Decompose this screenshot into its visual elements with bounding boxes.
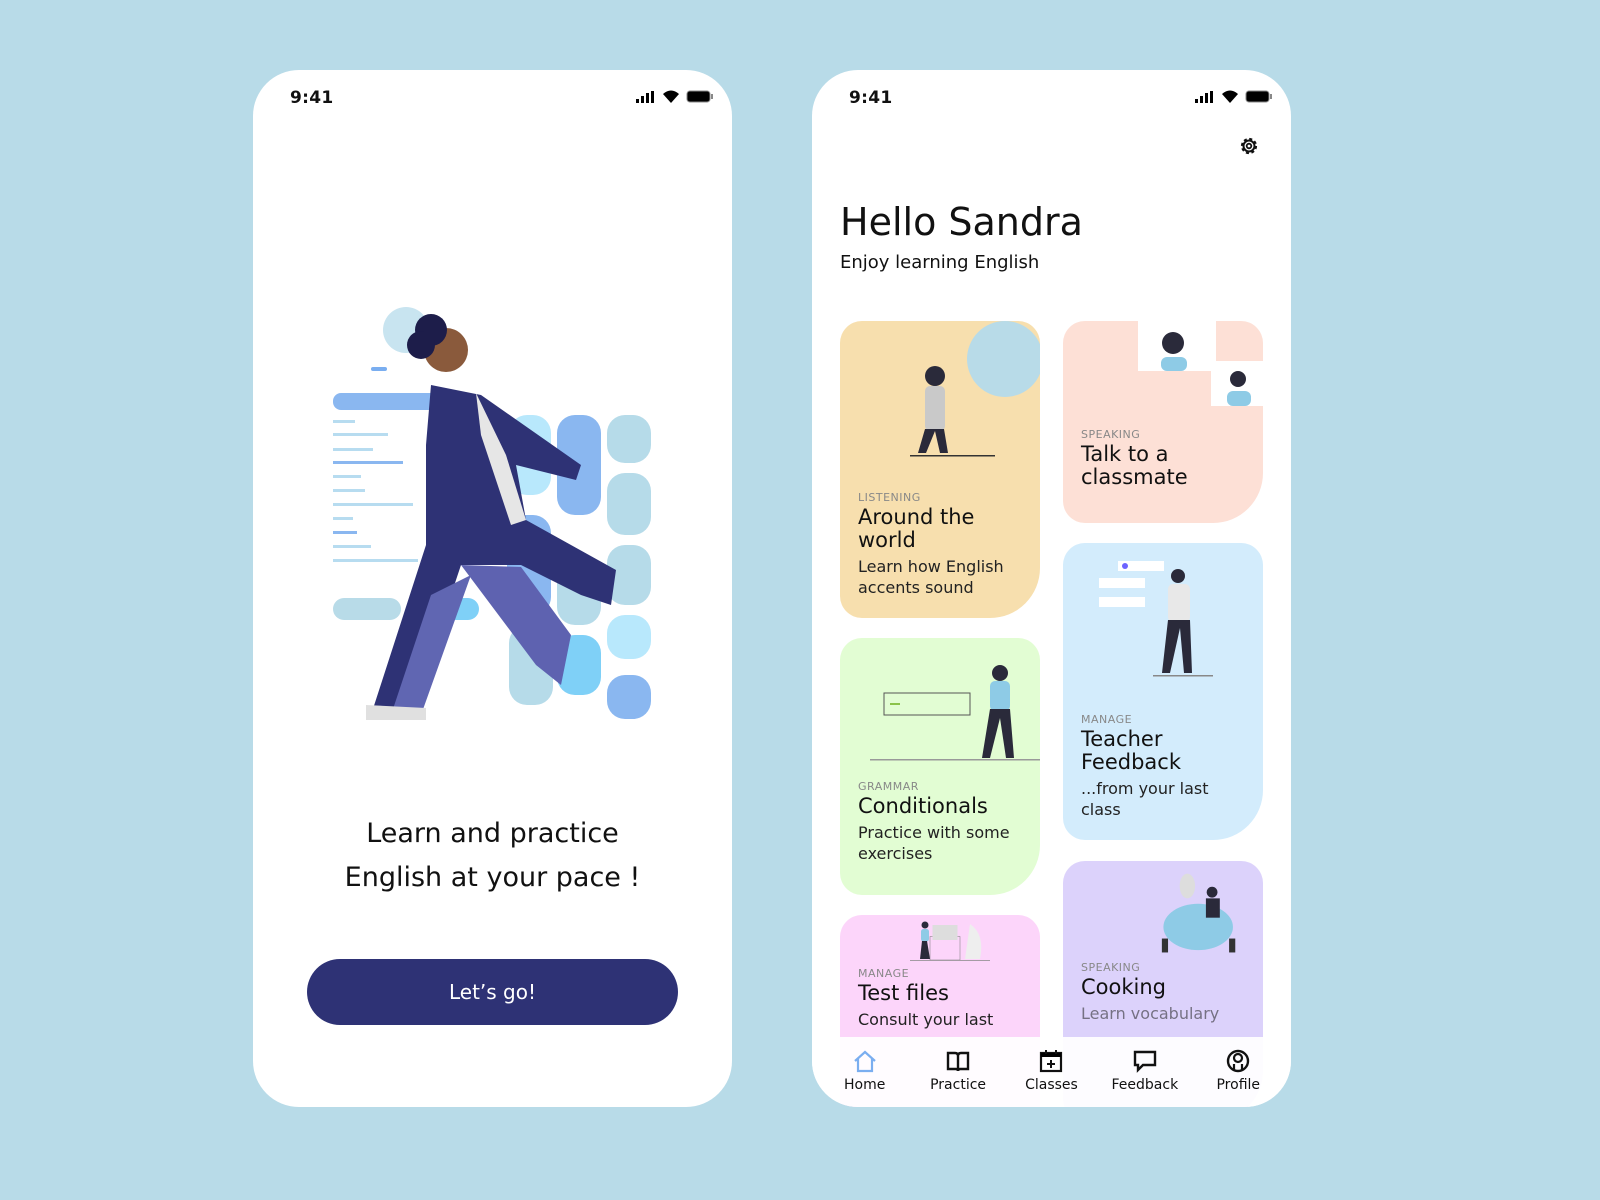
card-category: MANAGE: [1081, 713, 1133, 726]
bottom-nav: Home Practice Classes Feedback Profile: [812, 1037, 1291, 1107]
home-icon: [853, 1050, 876, 1073]
subtitle: Enjoy learning English: [840, 252, 1040, 273]
wifi-icon: [1222, 90, 1238, 103]
wifi-icon: [663, 90, 679, 103]
nav-profile[interactable]: Profile: [1193, 1037, 1283, 1107]
card-around-the-world[interactable]: LISTENING Around the world Learn how Engli…: [840, 321, 1040, 618]
tagline-line-2: English at your pace !: [344, 862, 641, 893]
card-category: SPEAKING: [1081, 428, 1141, 441]
card-description: Practice with some exercises: [858, 823, 1010, 863]
lets-go-button[interactable]: Let’s go!: [307, 959, 678, 1025]
card-title: Conditionals: [858, 794, 988, 818]
tagline-line-1: Learn and practice: [366, 818, 619, 849]
greeting: Hello Sandra: [840, 200, 1083, 244]
tagline: Learn and practice English at your pace !: [253, 812, 732, 900]
card-talk-to-a-classmate[interactable]: SPEAKING Talk to a classmate: [1063, 321, 1263, 523]
signal-icon: [1195, 90, 1213, 103]
status-time: 9:41: [849, 88, 893, 108]
nav-label: Classes: [1025, 1077, 1078, 1093]
card-conditionals[interactable]: GRAMMAR Conditionals Practice with some ex…: [840, 638, 1040, 895]
battery-icon: [1245, 90, 1272, 103]
status-time: 9:41: [290, 88, 334, 108]
video-call-illustration: [1138, 321, 1263, 406]
nav-home[interactable]: Home: [820, 1037, 910, 1107]
calendar-icon: [1040, 1050, 1063, 1073]
welcome-screen: 9:41 Learn and practice English at your p…: [253, 70, 732, 1107]
nav-classes[interactable]: Classes: [1006, 1037, 1096, 1107]
status-bar: 9:41: [253, 86, 732, 110]
files-illustration: [910, 921, 990, 961]
card-description: Learn vocabulary: [1081, 1004, 1220, 1023]
nav-label: Feedback: [1111, 1077, 1179, 1093]
presentation-illustration: [1099, 561, 1213, 677]
nav-label: Profile: [1216, 1077, 1261, 1093]
card-description: ...from your last class: [1081, 779, 1209, 819]
card-category: MANAGE: [858, 967, 910, 980]
card-title: Cooking: [1081, 975, 1166, 999]
walking-woman-illustration: [333, 307, 651, 720]
chef-hat-illustration: [1161, 873, 1236, 953]
card-category: GRAMMAR: [858, 780, 919, 793]
nav-practice[interactable]: Practice: [913, 1037, 1003, 1107]
card-title: Test files: [858, 981, 949, 1005]
card-category: SPEAKING: [1081, 961, 1141, 974]
profile-icon: [1227, 1049, 1250, 1073]
book-icon: [946, 1051, 970, 1072]
settings-gear-icon[interactable]: [1237, 134, 1261, 158]
card-teacher-feedback[interactable]: MANAGE Teacher Feedback ...from your last…: [1063, 543, 1263, 840]
card-title: Around the world: [858, 505, 975, 552]
nav-label: Home: [844, 1077, 886, 1093]
signal-icon: [636, 90, 654, 103]
nav-feedback[interactable]: Feedback: [1100, 1037, 1190, 1107]
card-title: Teacher Feedback: [1081, 727, 1182, 774]
chat-icon: [1133, 1050, 1157, 1073]
world-map-illustration: [910, 321, 1040, 457]
battery-icon: [686, 90, 713, 103]
status-bar: 9:41: [812, 86, 1291, 110]
card-description: Learn how English accents sound: [858, 557, 1004, 597]
card-category: LISTENING: [858, 491, 921, 504]
home-screen: 9:41 Hello Sandra Enjoy learning English…: [812, 70, 1291, 1107]
nav-label: Practice: [930, 1077, 987, 1093]
card-description: Consult your last: [858, 1010, 994, 1029]
typing-illustration: [870, 665, 1040, 761]
card-title: Talk to a classmate: [1081, 442, 1188, 489]
